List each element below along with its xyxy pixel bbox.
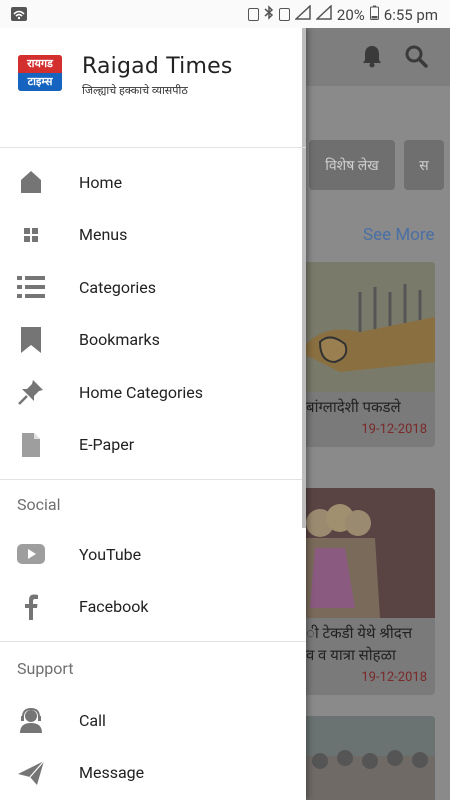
- menu-item-categories[interactable]: Categories: [0, 261, 306, 314]
- list-icon: [17, 273, 45, 301]
- menu-item-label: Facebook: [79, 597, 149, 617]
- menu-item-home[interactable]: Home: [0, 156, 306, 209]
- menu-item-label: YouTube: [79, 544, 142, 564]
- main-menu: Home Menus Categories Bookmarks Home Cat…: [0, 148, 306, 471]
- headset-icon: [17, 706, 45, 734]
- file-icon: [17, 431, 45, 459]
- facebook-icon: [17, 593, 45, 621]
- news-card[interactable]: बांग्लादेशी पकडले 19-12-2018: [300, 262, 435, 447]
- status-bar: 20% 6:55 pm: [0, 0, 450, 28]
- news-card[interactable]: [300, 716, 435, 800]
- news-image: [300, 488, 435, 618]
- battery-icon: [369, 5, 379, 24]
- menu-item-home-categories[interactable]: Home Categories: [0, 366, 306, 419]
- send-icon: [17, 759, 45, 787]
- search-icon[interactable]: [404, 44, 428, 68]
- menu-item-youtube[interactable]: YouTube: [0, 528, 306, 581]
- social-menu: YouTube Facebook: [0, 528, 306, 633]
- pin-icon: [17, 378, 45, 406]
- drawer-header: रायगड टाइम्स Raigad Times जिल्ह्याचे हक्…: [0, 28, 306, 148]
- menu-item-label: E-Paper: [79, 435, 135, 455]
- news-title: बांग्लादेशी पकडले: [306, 398, 401, 416]
- news-title: ी टेकडी येथे श्रीदत्त व व यात्रा सोहळा: [306, 624, 413, 664]
- menu-item-label: Bookmarks: [79, 330, 160, 350]
- logo-bottom-text: टाइम्स: [18, 73, 62, 91]
- wifi-icon: [10, 6, 28, 26]
- news-date: 19-12-2018: [361, 422, 427, 437]
- navigation-drawer: रायगड टाइम्स Raigad Times जिल्ह्याचे हक्…: [0, 28, 306, 800]
- signal-icon-2: [314, 4, 332, 24]
- category-chip-2[interactable]: स: [404, 140, 444, 190]
- section-header-social: Social: [17, 494, 61, 514]
- youtube-icon: [17, 540, 45, 568]
- menu-item-label: Message: [79, 763, 145, 783]
- app-title: Raigad Times: [82, 54, 233, 79]
- app-tagline: जिल्ह्याचे हक्काचे व्यासपीठ: [82, 84, 188, 97]
- sim-icon: [278, 8, 290, 21]
- menu-item-e-paper[interactable]: E-Paper: [0, 419, 306, 472]
- grid-icon: [17, 221, 45, 249]
- menu-item-label: Call: [79, 710, 106, 730]
- menu-item-label: Home: [79, 172, 123, 192]
- category-chip[interactable]: विशेष लेख: [309, 140, 395, 190]
- news-date: 19-12-2018: [361, 670, 427, 685]
- menu-item-bookmarks[interactable]: Bookmarks: [0, 314, 306, 367]
- menu-item-label: Menus: [79, 225, 128, 245]
- menu-item-message[interactable]: Message: [0, 747, 306, 800]
- logo-top-text: रायगड: [18, 55, 62, 73]
- menu-item-call[interactable]: Call: [0, 694, 306, 747]
- menu-item-menus[interactable]: Menus: [0, 209, 306, 262]
- menu-item-label: Home Categories: [79, 382, 204, 402]
- news-card[interactable]: ी टेकडी येथे श्रीदत्त व व यात्रा सोहळा 1…: [300, 488, 435, 695]
- battery-percent: 20%: [336, 5, 365, 24]
- clock: 6:55 pm: [383, 5, 438, 24]
- news-image: [300, 716, 435, 800]
- alarm-icon: [247, 8, 259, 21]
- support-menu: Call Message: [0, 694, 306, 799]
- notification-bell-icon[interactable]: [361, 44, 383, 68]
- news-image: [300, 262, 435, 392]
- menu-item-label: Categories: [79, 277, 156, 297]
- section-header-support: Support: [17, 658, 74, 678]
- app-logo: रायगड टाइम्स: [18, 55, 62, 91]
- see-more-link[interactable]: See More: [363, 225, 435, 245]
- menu-item-facebook[interactable]: Facebook: [0, 581, 306, 634]
- bookmark-icon: [17, 326, 45, 354]
- home-icon: [17, 168, 45, 196]
- signal-icon: [293, 4, 311, 24]
- bluetooth-icon: [264, 5, 274, 24]
